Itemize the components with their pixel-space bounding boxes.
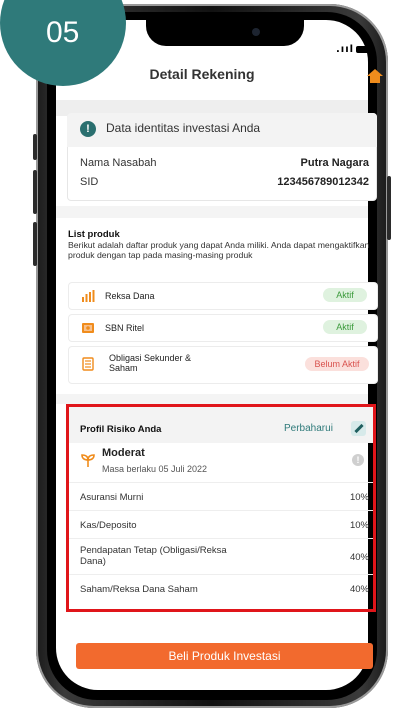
- step-number: 05: [46, 16, 80, 49]
- notch: [146, 20, 304, 46]
- product-label: Obligasi Sekunder & Saham: [109, 353, 192, 373]
- product-list-description: Berikut adalah daftar produk yang dapat …: [68, 240, 370, 260]
- side-button-left-3: [33, 222, 37, 266]
- info-icon: !: [80, 121, 96, 137]
- side-button-left-1: [33, 134, 37, 160]
- bond-certificate-icon: [82, 323, 94, 333]
- status-badge: Belum Aktif: [305, 357, 369, 371]
- buy-investment-button[interactable]: Beli Produk Investasi: [76, 643, 373, 669]
- home-icon[interactable]: [367, 69, 383, 84]
- status-bar-icons: .ııl: [336, 44, 371, 55]
- product-label: Reksa Dana: [105, 291, 155, 301]
- sid-label: SID: [80, 176, 99, 188]
- camera-icon: [252, 28, 260, 36]
- signal-icon: .ııl: [336, 44, 355, 55]
- customer-name-value: Putra Nagara: [300, 157, 369, 169]
- status-badge: Aktif: [323, 320, 367, 334]
- highlight-box: [66, 404, 376, 612]
- side-button-right: [387, 176, 391, 240]
- sid-value: 123456789012342: [277, 176, 369, 188]
- section-divider: [56, 206, 368, 218]
- product-item-obligasi-saham[interactable]: Obligasi Sekunder & Saham Belum Aktif: [68, 346, 378, 384]
- chart-bar-icon: [82, 290, 95, 302]
- product-label: SBN Ritel: [105, 323, 145, 333]
- product-item-reksa-dana[interactable]: Reksa Dana Aktif: [68, 282, 378, 310]
- product-item-sbn-ritel[interactable]: SBN Ritel Aktif: [68, 314, 378, 342]
- status-badge: Aktif: [323, 288, 367, 302]
- section-divider: [56, 394, 368, 404]
- customer-name-label: Nama Nasabah: [80, 157, 157, 169]
- account-info-title: Data identitas investasi Anda: [106, 121, 261, 135]
- battery-icon: [356, 45, 371, 53]
- document-list-icon: [82, 357, 94, 371]
- side-button-left-2: [33, 170, 37, 214]
- product-list-title: List produk: [68, 229, 120, 240]
